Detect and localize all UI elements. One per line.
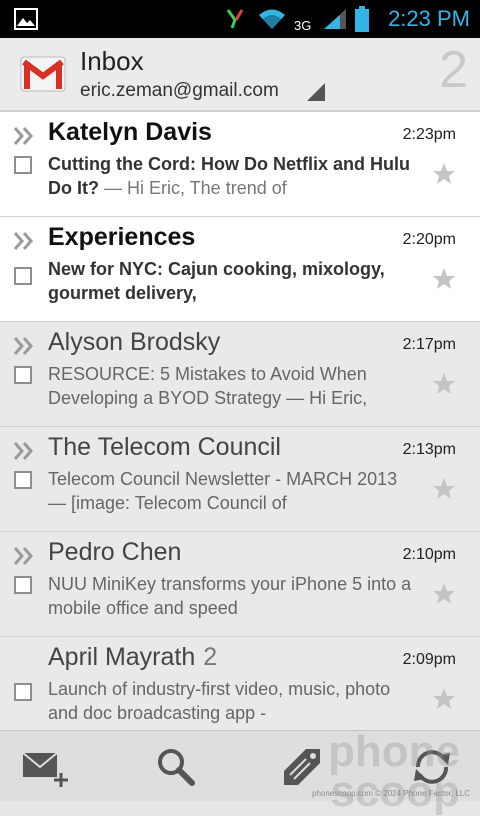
select-checkbox[interactable] (14, 267, 32, 285)
message-snippet: Cutting the Cord: How Do Netflix and Hul… (48, 152, 418, 200)
inbox-header[interactable]: Inbox eric.zeman@gmail.com 2 (0, 38, 480, 112)
message-time: 2:13pm (402, 441, 456, 458)
message-subject: Launch of industry-first video, music, p… (48, 679, 391, 723)
message-sender: Pedro Chen (48, 538, 182, 566)
message-row[interactable]: Katelyn Davis 2:23pm Cutting the Cord: H… (0, 112, 480, 217)
star-icon[interactable] (432, 372, 456, 400)
star-icon[interactable] (432, 477, 456, 505)
message-snippet: NUU MiniKey transforms your iPhone 5 int… (48, 572, 418, 620)
message-time: 2:10pm (402, 546, 456, 563)
message-subject: NUU MiniKey transforms your iPhone 5 int… (48, 574, 412, 618)
message-sender: Katelyn Davis (48, 118, 212, 146)
dropdown-caret-icon[interactable] (306, 82, 326, 106)
compose-icon[interactable] (16, 745, 76, 789)
battery-icon (354, 0, 370, 38)
picture-icon (14, 0, 38, 38)
priority-chevron-icon (13, 546, 35, 570)
cell-signal-icon (322, 0, 348, 38)
star-icon[interactable] (432, 267, 456, 295)
status-time: 2:23 PM (388, 6, 470, 31)
message-preview: — [image: Telecom Council of (48, 493, 287, 513)
message-time: 2:20pm (402, 231, 456, 248)
message-sender: Experiences (48, 223, 196, 251)
message-subject: New for NYC: Cajun cooking, mixology, go… (48, 259, 385, 303)
watermark-logo: phone scoop (328, 727, 460, 814)
message-sender: April Mayrath 2 (48, 643, 218, 671)
message-row[interactable]: Pedro Chen 2:10pm NUU MiniKey transforms… (0, 532, 480, 637)
message-time: 2:09pm (402, 651, 456, 668)
priority-chevron-icon (13, 231, 35, 255)
star-icon[interactable] (432, 687, 456, 715)
message-sender: The Telecom Council (48, 433, 281, 461)
message-sender: Alyson Brodsky (48, 328, 221, 356)
account-selector[interactable]: eric.zeman@gmail.com (80, 80, 279, 102)
message-subject: Telecom Council Newsletter - MARCH 2013 (48, 469, 398, 489)
bluetooth-signal-icon (226, 0, 246, 38)
unread-count: 2 (439, 41, 468, 99)
priority-chevron-icon (13, 126, 35, 150)
message-snippet: Launch of industry-first video, music, p… (48, 677, 418, 725)
message-time: 2:23pm (402, 126, 456, 143)
message-snippet: Telecom Council Newsletter - MARCH 2013 … (48, 467, 418, 515)
gmail-logo-icon (20, 54, 66, 98)
message-snippet: RESOURCE: 5 Mistakes to Avoid When Devel… (48, 362, 418, 410)
thread-count: 2 (203, 643, 218, 671)
priority-chevron-icon (13, 441, 35, 465)
message-preview: — Hi Eric, The trend of (99, 178, 287, 198)
select-checkbox[interactable] (14, 156, 32, 174)
status-bar: 3G 2:23 PM (0, 0, 480, 38)
select-checkbox[interactable] (14, 683, 32, 701)
message-list: Katelyn Davis 2:23pm Cutting the Cord: H… (0, 112, 480, 730)
page-title: Inbox (80, 46, 144, 76)
star-icon[interactable] (432, 582, 456, 610)
watermark-line1: phone (328, 727, 460, 776)
message-snippet: New for NYC: Cajun cooking, mixology, go… (48, 257, 418, 305)
network-type-label: 3G (294, 18, 312, 33)
labels-icon[interactable] (272, 745, 332, 789)
message-row[interactable]: Experiences 2:20pm New for NYC: Cajun co… (0, 217, 480, 322)
priority-chevron-icon (13, 336, 35, 360)
select-checkbox[interactable] (14, 576, 32, 594)
search-icon[interactable] (146, 745, 206, 789)
message-time: 2:17pm (402, 336, 456, 353)
copyright-footer: phonescoop.com © 2024 Phone Factor, LLC (312, 789, 470, 798)
wifi-icon (256, 0, 288, 38)
message-row[interactable]: Alyson Brodsky 2:17pm RESOURCE: 5 Mistak… (0, 322, 480, 427)
message-row[interactable]: April Mayrath 2 2:09pm Launch of industry… (0, 637, 480, 730)
star-icon[interactable] (432, 162, 456, 190)
select-checkbox[interactable] (14, 366, 32, 384)
message-row[interactable]: The Telecom Council 2:13pm Telecom Counc… (0, 427, 480, 532)
select-checkbox[interactable] (14, 471, 32, 489)
message-preview: — Hi Eric, (281, 388, 368, 408)
